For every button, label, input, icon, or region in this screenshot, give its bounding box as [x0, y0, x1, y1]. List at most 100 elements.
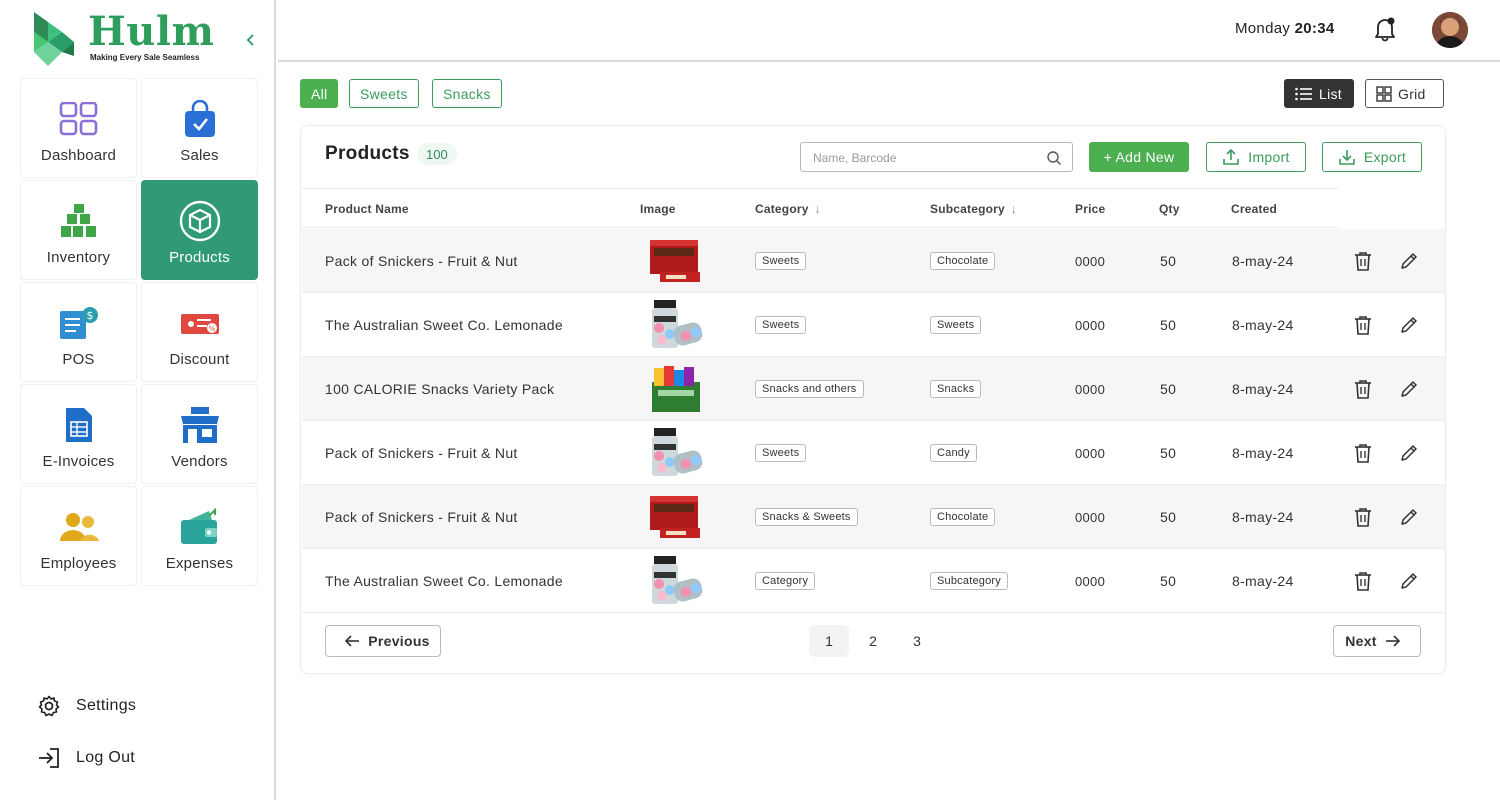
nav-tile-products[interactable]: Products: [141, 180, 258, 280]
edit-button[interactable]: [1397, 505, 1421, 529]
delete-button[interactable]: [1351, 249, 1375, 273]
edit-button[interactable]: [1397, 313, 1421, 337]
price-cell: 0000: [1075, 573, 1106, 589]
nav-tile-vendors[interactable]: Vendors: [141, 384, 258, 484]
grid-view-button[interactable]: Grid: [1365, 79, 1444, 108]
edit-button[interactable]: [1397, 377, 1421, 401]
delete-button[interactable]: [1351, 569, 1375, 593]
qty-cell: 50: [1160, 381, 1177, 397]
table-row[interactable]: The Australian Sweet Co. Lemonade Categor…: [302, 549, 1445, 613]
nav-tile-sales[interactable]: Sales: [141, 78, 258, 178]
nav-tile-discount[interactable]: % Discount: [141, 282, 258, 382]
search-input[interactable]: [813, 149, 1033, 167]
logout-label: Log Out: [76, 749, 136, 766]
search-box: [800, 142, 1073, 172]
export-button[interactable]: Export: [1322, 142, 1422, 172]
table-row[interactable]: Pack of Snickers - Fruit & Nut Snacks & S…: [302, 485, 1445, 549]
page-number-3[interactable]: 3: [897, 625, 937, 657]
column-subcategory[interactable]: Subcategory ↓: [930, 202, 1017, 216]
previous-page-button[interactable]: Previous: [325, 625, 441, 657]
pencil-icon: [1401, 381, 1417, 397]
product-image: [646, 485, 706, 549]
logout-icon: [36, 745, 62, 771]
trash-icon: [1355, 252, 1371, 271]
subcategory-tag: Chocolate: [930, 252, 996, 270]
search-icon[interactable]: [1046, 150, 1062, 166]
import-label: Import: [1248, 149, 1290, 165]
import-button[interactable]: Import: [1206, 142, 1306, 172]
product-name-cell: The Australian Sweet Co. Lemonade: [325, 573, 563, 589]
download-icon: [1339, 150, 1355, 165]
edit-button[interactable]: [1397, 441, 1421, 465]
column-qty[interactable]: Qty: [1159, 202, 1180, 216]
delete-button[interactable]: [1351, 505, 1375, 529]
nav-tile-label: E-Invoices: [42, 452, 115, 470]
notifications-button[interactable]: [1373, 16, 1397, 42]
nav-tile-label: Sales: [180, 146, 219, 164]
sort-arrow-icon[interactable]: ↓: [815, 202, 821, 216]
nav-tiles: Dashboard Sales Inventory Products $ POS: [20, 78, 258, 586]
boxes-icon: [57, 199, 101, 243]
nav-tile-expenses[interactable]: Expenses: [141, 486, 258, 586]
upload-icon: [1223, 148, 1240, 165]
column-product-name[interactable]: Product Name: [325, 202, 409, 216]
filter-sweets[interactable]: Sweets: [349, 79, 419, 108]
product-name-cell: 100 CALORIE Snacks Variety Pack: [325, 381, 555, 397]
grid-view-label: Grid: [1398, 85, 1426, 102]
subcategory-tag: Snacks: [930, 380, 982, 398]
delete-button[interactable]: [1351, 313, 1375, 337]
price-cell: 0000: [1075, 317, 1106, 333]
logout-link[interactable]: Log Out: [36, 745, 135, 771]
edit-button[interactable]: [1397, 249, 1421, 273]
category-tag: Sweets: [755, 252, 807, 270]
pencil-icon: [1401, 317, 1417, 333]
table-row[interactable]: 100 CALORIE Snacks Variety Pack Snacks an…: [302, 357, 1445, 421]
trash-icon: [1355, 444, 1371, 463]
table-row[interactable]: Pack of Snickers - Fruit & Nut Sweets Choc…: [302, 229, 1445, 293]
nav-tile-pos[interactable]: $ POS: [20, 282, 137, 382]
product-box-icon: [178, 199, 222, 243]
subcategory-cell: Chocolate: [930, 485, 996, 549]
nav-tile-einvoices[interactable]: E-Invoices: [20, 384, 137, 484]
collapse-sidebar-button[interactable]: [242, 33, 260, 51]
edit-button[interactable]: [1397, 569, 1421, 593]
filter-all[interactable]: All: [300, 79, 339, 108]
category-cell: Snacks & Sweets: [755, 485, 858, 549]
pencil-icon: [1401, 573, 1417, 589]
filter-snacks[interactable]: Snacks: [432, 79, 502, 108]
sort-arrow-icon[interactable]: ↓: [1011, 202, 1017, 216]
page-number-1[interactable]: 1: [809, 625, 849, 657]
column-category[interactable]: Category ↓: [755, 202, 821, 216]
trash-icon: [1355, 316, 1371, 335]
delete-button[interactable]: [1351, 377, 1375, 401]
nav-tile-dashboard[interactable]: Dashboard: [20, 78, 137, 178]
brand-logo[interactable]: Hulm Making Every Sale Seamless: [34, 8, 234, 68]
user-avatar[interactable]: [1432, 12, 1468, 48]
page-number-2[interactable]: 2: [853, 625, 893, 657]
column-price[interactable]: Price: [1075, 202, 1105, 216]
nav-tile-employees[interactable]: Employees: [20, 486, 137, 586]
column-category-label: Category: [755, 202, 809, 216]
current-datetime: Monday 20:34: [1235, 20, 1335, 37]
grid-icon: [1376, 85, 1392, 102]
svg-text:$: $: [86, 309, 93, 322]
delete-button[interactable]: [1351, 441, 1375, 465]
table-row[interactable]: Pack of Snickers - Fruit & Nut Sweets Cand…: [302, 421, 1445, 485]
pencil-icon: [1401, 253, 1417, 269]
column-created[interactable]: Created: [1231, 202, 1277, 216]
qty-cell: 50: [1160, 317, 1177, 333]
dashboard-grid-icon: [57, 97, 101, 141]
list-icon: [1295, 87, 1312, 100]
settings-link[interactable]: Settings: [36, 693, 136, 719]
wallet-icon: [178, 505, 222, 549]
next-page-button[interactable]: Next: [1333, 625, 1421, 657]
table-row[interactable]: The Australian Sweet Co. Lemonade Sweets S…: [302, 293, 1445, 357]
nav-tile-inventory[interactable]: Inventory: [20, 180, 137, 280]
list-view-button[interactable]: List: [1284, 79, 1354, 108]
category-tag: Sweets: [755, 316, 807, 334]
invoice-icon: [57, 403, 101, 447]
employees-icon: [57, 505, 101, 549]
brand-name: Hulm: [88, 8, 215, 55]
add-new-button[interactable]: + Add New: [1089, 142, 1189, 172]
nav-tile-label: Dashboard: [40, 146, 117, 164]
